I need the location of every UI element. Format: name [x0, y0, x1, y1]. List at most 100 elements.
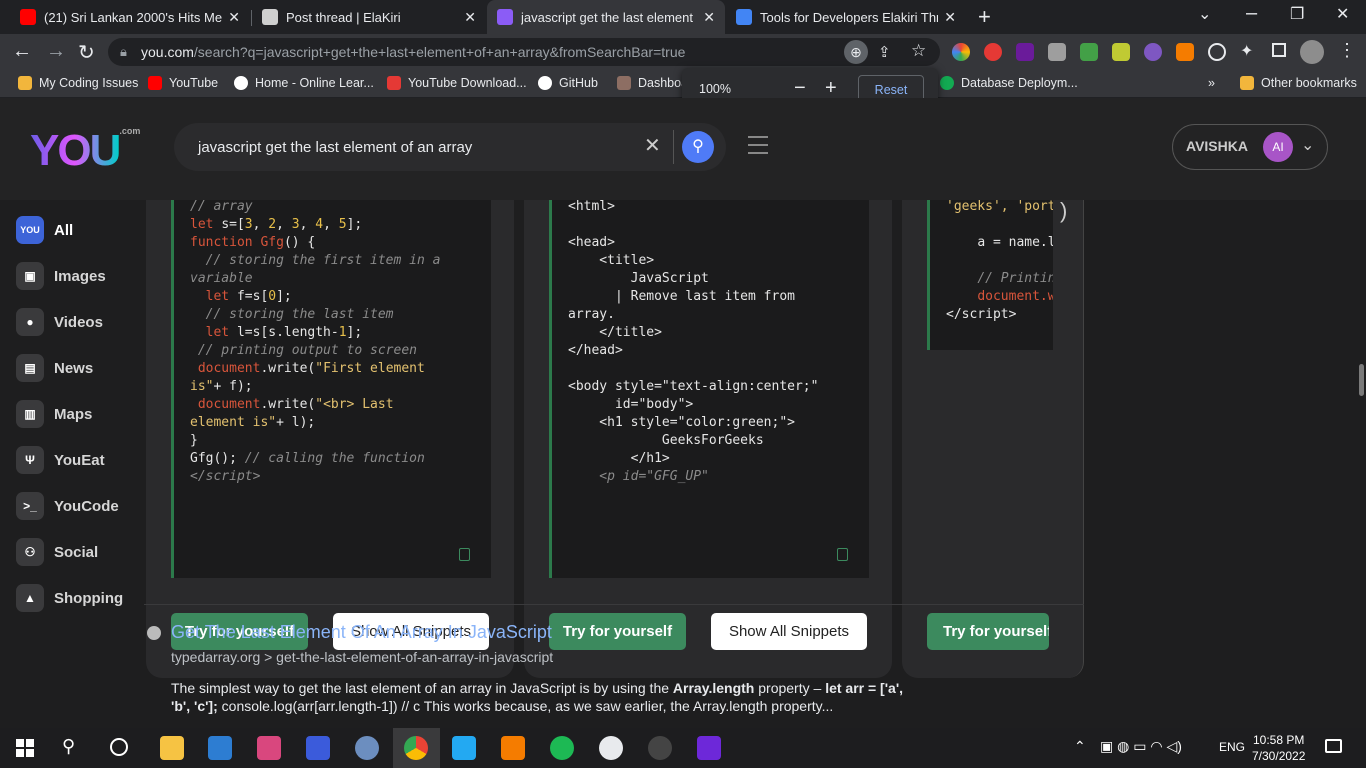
minimize-button[interactable]: – [1246, 2, 1257, 25]
filter-settings-icon[interactable] [748, 136, 768, 154]
people-icon: ⚇ [16, 538, 44, 566]
elakiri-icon[interactable] [599, 736, 623, 760]
share-icon[interactable]: ⇪ [878, 43, 891, 61]
user-menu[interactable]: AVISHKA AI ⌄ [1172, 124, 1328, 170]
profile-avatar[interactable] [1300, 40, 1324, 64]
site-icon [234, 76, 248, 90]
sidebar-item-all[interactable]: YOU All [16, 216, 73, 244]
maximize-button[interactable]: ❐ [1290, 4, 1304, 24]
zoom-icon[interactable]: ⊕ [844, 40, 868, 64]
docs-icon [736, 9, 752, 25]
window-close-button[interactable]: ✕ [1336, 4, 1349, 24]
bookmark-my-coding-issues[interactable]: My Coding Issues [18, 76, 138, 90]
app-icon[interactable] [648, 736, 672, 760]
search-bar[interactable]: javascript get the last element of an ar… [174, 123, 726, 171]
zoom-level: 100% [699, 82, 731, 96]
sidebar-item-images[interactable]: ▣ Images [16, 262, 106, 290]
menu-icon[interactable]: ⋮ [1338, 40, 1356, 61]
video-icon: ● [16, 308, 44, 336]
carousel-next-icon[interactable]: ) [1060, 198, 1067, 224]
you-search-page: YOU.com javascript get the last element … [0, 98, 1366, 728]
language-indicator[interactable]: ENG [1219, 740, 1245, 754]
extension-icon[interactable] [952, 43, 970, 61]
media-player-icon[interactable] [697, 736, 721, 760]
extension-icon[interactable] [1112, 43, 1130, 61]
fl-studio-icon[interactable] [501, 736, 525, 760]
bookmark-database[interactable]: Database Deploym... [940, 76, 1078, 90]
tab-elakiri-post[interactable]: Post thread | ElaKiri ✕ [252, 0, 486, 34]
image-icon: ▣ [16, 262, 44, 290]
tab-you-search[interactable]: javascript get the last element of ✕ [487, 0, 725, 34]
app-icon[interactable] [257, 736, 281, 760]
extension-icon[interactable] [1176, 43, 1194, 61]
tab-title: Post thread | ElaKiri [286, 9, 401, 25]
show-all-snippets-button[interactable]: Show All Snippets [711, 613, 867, 650]
chrome-icon[interactable] [404, 736, 428, 760]
vscode-icon[interactable] [452, 736, 476, 760]
copy-icon[interactable] [837, 548, 848, 561]
you-logo[interactable]: YOU.com [30, 126, 140, 176]
reload-button[interactable]: ↻ [78, 40, 95, 65]
bookmark-youtube-download[interactable]: YouTube Download... [387, 76, 527, 90]
app-icon[interactable] [208, 736, 232, 760]
sidebar-item-youeat[interactable]: Ψ YouEat [16, 446, 105, 474]
forward-button[interactable]: → [46, 40, 66, 63]
search-input[interactable]: javascript get the last element of an ar… [198, 139, 472, 156]
map-icon: ▥ [16, 400, 44, 428]
tab-search-icon[interactable]: ⌄ [1198, 4, 1211, 24]
notifications-icon[interactable] [1325, 739, 1342, 753]
clock[interactable]: 10:58 PM 7/30/2022 [1252, 732, 1305, 764]
search-icon[interactable]: ⚲ [682, 131, 714, 163]
try-for-yourself-button[interactable]: Try for yourself [927, 613, 1049, 650]
windows-start-icon[interactable] [16, 739, 34, 757]
tab-tools-developers[interactable]: Tools for Developers Elakiri Threa ✕ [726, 0, 966, 34]
extension-icon[interactable] [1080, 43, 1098, 61]
adblock-icon[interactable] [984, 43, 1002, 61]
side-panel-icon[interactable] [1272, 43, 1286, 57]
bookmark-youtube[interactable]: YouTube [148, 76, 218, 90]
more-bookmarks-icon[interactable]: » [1208, 76, 1215, 90]
sidebar-item-news[interactable]: ▤ News [16, 354, 93, 382]
zoom-out-button[interactable]: − [794, 77, 806, 100]
sidebar-item-social[interactable]: ⚇ Social [16, 538, 98, 566]
qbittorrent-icon[interactable] [355, 736, 379, 760]
spotify-icon[interactable] [550, 736, 574, 760]
scrollbar-thumb[interactable] [1359, 364, 1364, 396]
result-title[interactable]: Get The Last Element Of An Array In Java… [171, 622, 552, 643]
bookmark-home[interactable]: Home - Online Lear... [234, 76, 374, 90]
close-icon[interactable]: ✕ [703, 9, 715, 26]
tray-icons[interactable]: ▣ ◍ ▭ ◠ ◁) [1100, 738, 1182, 755]
tab-youtube[interactable]: (21) Sri Lankan 2000's Hits Medle ✕ [10, 0, 250, 34]
copy-icon[interactable] [459, 548, 470, 561]
extension-icon[interactable] [1048, 43, 1066, 61]
sidebar-item-shopping[interactable]: ▲ Shopping [16, 584, 123, 612]
url-text[interactable]: you.com/search?q=javascript+get+the+last… [141, 44, 685, 60]
extension-icon[interactable] [1144, 43, 1162, 61]
sidebar-item-videos[interactable]: ● Videos [16, 308, 103, 336]
tray-expand-icon[interactable]: ⌃ [1074, 738, 1086, 755]
extensions-puzzle-icon[interactable]: ✦ [1240, 41, 1253, 61]
close-icon[interactable]: ✕ [944, 9, 956, 26]
bookmark-star-icon[interactable]: ☆ [911, 41, 926, 61]
bookmark-dashboard[interactable]: Dashboa [617, 76, 688, 90]
zoom-in-button[interactable]: + [825, 77, 837, 100]
extension-icon[interactable] [1016, 43, 1034, 61]
sidebar-item-youcode[interactable]: >_ YouCode [16, 492, 119, 520]
close-icon[interactable]: ✕ [228, 9, 240, 26]
extension-icon[interactable] [1208, 43, 1226, 61]
translator-icon[interactable] [306, 736, 330, 760]
close-icon[interactable]: ✕ [464, 9, 476, 26]
result-url[interactable]: typedarray.org > get-the-last-element-of… [171, 649, 553, 665]
bookmark-other[interactable]: Other bookmarks [1240, 76, 1357, 90]
bookmark-github[interactable]: GitHub [538, 76, 598, 90]
file-explorer-icon[interactable] [160, 736, 184, 760]
search-icon[interactable]: ⚲ [62, 736, 75, 757]
new-tab-button[interactable]: + [978, 4, 991, 30]
code-snippet-card: // array let s=[3, 2, 3, 4, 5]; function… [146, 198, 514, 678]
cortana-icon[interactable] [110, 738, 128, 756]
sidebar-item-maps[interactable]: ▥ Maps [16, 400, 92, 428]
address-bar[interactable]: 🔒︎ you.com/search?q=javascript+get+the+l… [108, 38, 940, 66]
clear-icon[interactable]: ✕ [644, 133, 661, 158]
try-for-yourself-button[interactable]: Try for yourself [549, 613, 686, 650]
back-button[interactable]: ← [12, 40, 32, 63]
